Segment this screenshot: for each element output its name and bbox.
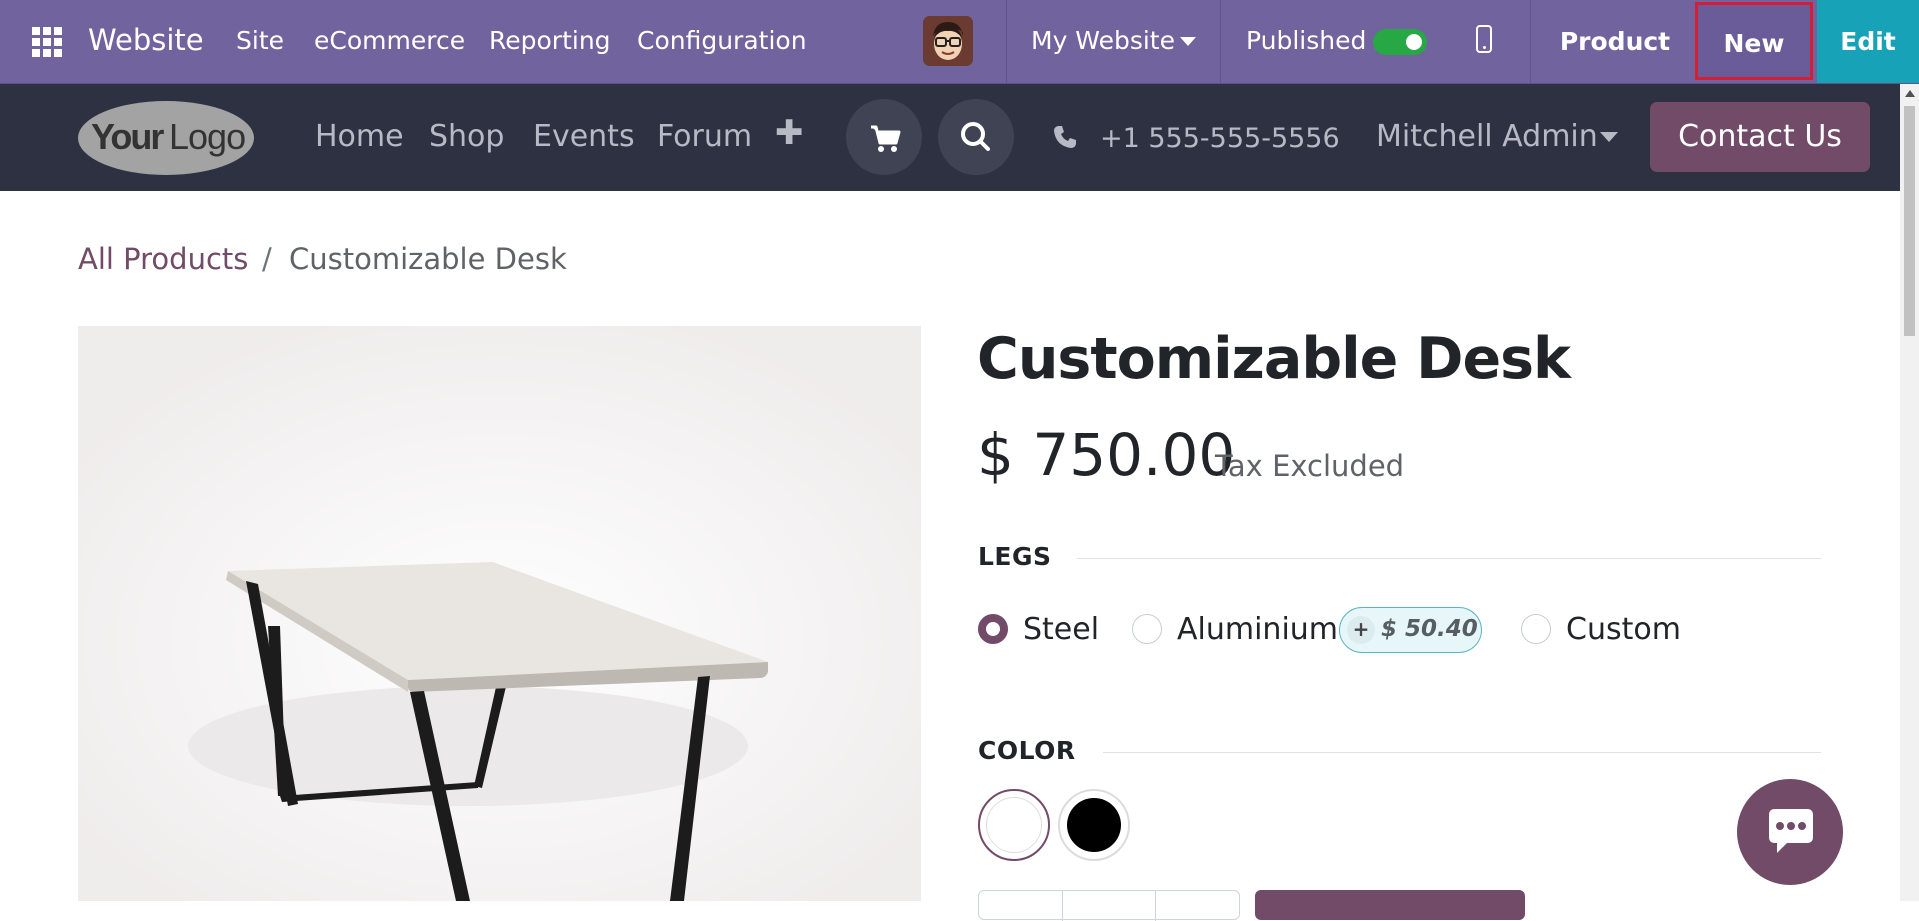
product-price: $ 750.00 [977, 421, 1236, 489]
search-button[interactable] [938, 99, 1014, 175]
legs-steel-radio[interactable] [978, 614, 1008, 644]
legs-aluminium-label[interactable]: Aluminium [1177, 612, 1338, 647]
menu-configuration[interactable]: Configuration [637, 24, 807, 58]
phone-number[interactable]: +1 555-555-5556 [1100, 120, 1340, 158]
search-icon [961, 122, 990, 151]
menu-ecommerce[interactable]: eCommerce [314, 24, 465, 58]
cart-button[interactable] [846, 99, 922, 175]
svg-text:Logo: Logo [169, 116, 245, 157]
attribute-color-title: COLOR [978, 736, 1076, 765]
legs-custom-radio[interactable] [1521, 614, 1551, 644]
edit-button[interactable]: Edit [1817, 0, 1919, 83]
odoo-top-bar: Website Site eCommerce Reporting Configu… [0, 0, 1919, 84]
cart-icon [871, 125, 901, 152]
breadcrumb-all-products[interactable]: All Products [78, 241, 248, 277]
color-swatch-black[interactable] [1058, 789, 1130, 861]
phone-icon [1052, 124, 1078, 150]
site-logo[interactable]: Your Logo [77, 100, 256, 176]
nav-forum[interactable]: Forum [657, 118, 752, 156]
user-avatar[interactable] [923, 16, 973, 66]
legs-steel-label[interactable]: Steel [1023, 612, 1099, 647]
menu-site[interactable]: Site [236, 24, 284, 58]
nav-shop[interactable]: Shop [429, 118, 504, 156]
published-label: Published [1246, 26, 1367, 55]
divider [1530, 0, 1531, 83]
new-button[interactable]: New [1695, 2, 1813, 80]
svg-text:Your: Your [91, 116, 164, 157]
divider [1006, 0, 1007, 83]
live-chat-button[interactable] [1737, 779, 1843, 885]
page-scrollbar[interactable] [1900, 84, 1919, 901]
plus-icon: + [1347, 616, 1375, 644]
contact-us-button[interactable]: Contact Us [1650, 102, 1870, 172]
legs-custom-label[interactable]: Custom [1566, 612, 1681, 647]
scrollbar-thumb[interactable] [1904, 106, 1915, 336]
breadcrumb-separator: / [262, 242, 272, 276]
chat-icon [1769, 809, 1813, 853]
breadcrumb-current: Customizable Desk [289, 242, 567, 276]
quantity-stepper[interactable] [978, 890, 1240, 921]
product-image[interactable] [78, 326, 921, 901]
divider [1103, 752, 1821, 753]
attribute-legs-title: LEGS [978, 542, 1052, 571]
divider [1077, 558, 1821, 559]
product-title: Customizable Desk [977, 326, 1571, 392]
nav-home[interactable]: Home [315, 118, 404, 156]
app-title[interactable]: Website [88, 23, 204, 57]
website-selector[interactable]: My Website [1031, 24, 1175, 58]
divider [1220, 0, 1221, 83]
nav-events[interactable]: Events [533, 118, 635, 156]
color-swatch-white[interactable] [978, 789, 1050, 861]
scroll-up-icon[interactable] [1905, 90, 1915, 97]
apps-grid-icon[interactable] [32, 27, 62, 57]
add-to-cart-button[interactable] [1255, 890, 1525, 920]
price-extra-value: $ 50.40 [1381, 616, 1478, 642]
product-button[interactable]: Product [1540, 0, 1690, 83]
published-toggle[interactable] [1373, 29, 1427, 55]
menu-reporting[interactable]: Reporting [489, 24, 611, 58]
price-extra-badge: + $ 50.40 [1339, 607, 1482, 653]
tax-note: Tax Excluded [1215, 449, 1405, 483]
user-menu[interactable]: Mitchell Admin [1376, 118, 1598, 156]
chevron-down-icon[interactable] [1180, 37, 1196, 46]
add-menu-item-icon[interactable]: ✚ [775, 114, 804, 152]
chevron-down-icon[interactable] [1600, 132, 1618, 142]
mobile-preview-icon[interactable] [1476, 25, 1492, 53]
legs-aluminium-radio[interactable] [1132, 614, 1162, 644]
